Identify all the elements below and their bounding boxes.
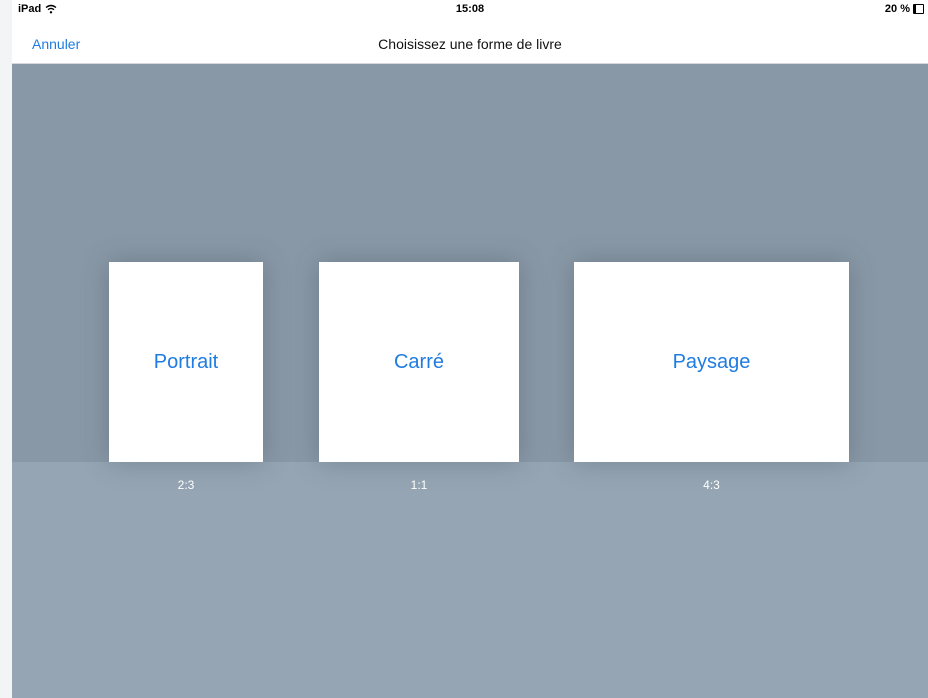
- lower-background: [12, 462, 928, 698]
- navigation-bar: Annuler Choisissez une forme de livre: [12, 20, 928, 64]
- landscape-shape-button[interactable]: Paysage: [574, 262, 849, 462]
- portrait-ratio: 2:3: [177, 478, 195, 492]
- status-bar: iPad 15:08 20 %: [12, 0, 928, 20]
- landscape-ratio: 4:3: [703, 478, 720, 492]
- portrait-shape-button[interactable]: Portrait: [109, 262, 263, 462]
- battery-icon: [913, 4, 924, 14]
- square-label: Carré: [393, 350, 444, 373]
- book-shape-screen: iPad 15:08 20 % Annuler Choisissez une f…: [12, 0, 928, 698]
- battery-percent: 20 %: [884, 3, 910, 15]
- status-right: 20 %: [885, 3, 924, 15]
- page-title: Choisissez une forme de livre: [378, 36, 562, 52]
- portrait-label: Portrait: [153, 350, 219, 373]
- square-shape-button[interactable]: Carré: [319, 262, 519, 462]
- landscape-label: Paysage: [672, 350, 751, 373]
- square-ratio: 1:1: [410, 478, 428, 492]
- status-time: 15:08: [455, 3, 485, 15]
